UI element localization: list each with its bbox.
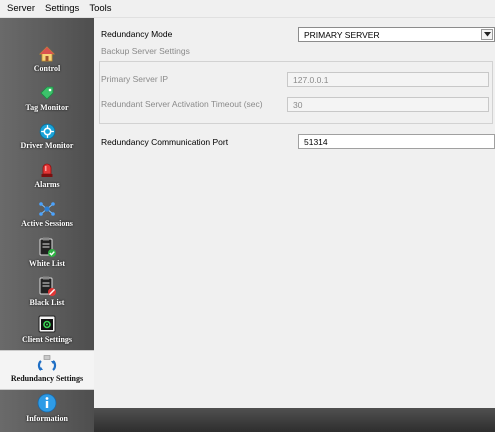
sidebar-item-client-settings[interactable]: Client Settings <box>0 314 94 350</box>
sidebar-item-control[interactable]: Control <box>0 45 94 81</box>
sidebar: Control Tag Monitor Driver Monitor Alarm… <box>0 18 94 432</box>
sidebar-item-label: White List <box>28 259 66 268</box>
sidebar-item-label: Client Settings <box>22 335 72 344</box>
redundancy-settings-panel: Redundancy Mode PRIMARY SERVER Backup Se… <box>94 18 495 408</box>
redundancy-mode-label: Redundancy Mode <box>101 29 173 39</box>
sidebar-item-label: Black List <box>29 298 65 307</box>
sidebar-item-active-sessions[interactable]: Active Sessions <box>0 200 94 236</box>
sidebar-item-alarms[interactable]: Alarms <box>0 161 94 197</box>
backup-server-settings-heading: Backup Server Settings <box>101 46 190 56</box>
sidebar-item-label: Active Sessions <box>21 219 73 228</box>
driver-icon <box>38 122 56 140</box>
communication-port-label: Redundancy Communication Port <box>101 137 229 147</box>
primary-server-ip-label: Primary Server IP <box>101 74 169 84</box>
activation-timeout-field[interactable]: 30 <box>287 97 489 112</box>
primary-server-ip-field[interactable]: 127.0.0.1 <box>287 72 489 87</box>
sidebar-item-white-list[interactable]: White List <box>0 236 94 274</box>
communication-port-field[interactable]: 51314 <box>298 134 495 149</box>
redundancy-mode-value: PRIMARY SERVER <box>304 30 380 40</box>
clipboard-check-icon <box>36 236 58 258</box>
sidebar-item-label: Alarms <box>34 180 60 189</box>
sidebar-item-redundancy-settings[interactable]: Redundancy Settings <box>0 350 94 390</box>
activation-timeout-value: 30 <box>293 100 303 110</box>
network-icon <box>38 200 56 218</box>
redundancy-mode-select[interactable]: PRIMARY SERVER <box>298 27 495 42</box>
sidebar-item-label: Information <box>26 414 68 423</box>
sidebar-item-label: Redundancy Settings <box>10 374 84 383</box>
menu-server[interactable]: Server <box>3 0 41 18</box>
alarm-light-icon <box>38 161 56 179</box>
redundancy-icon <box>36 355 58 373</box>
menu-bar: Server Settings Tools <box>0 0 495 18</box>
communication-port-value: 51314 <box>304 137 328 147</box>
primary-server-ip-value: 127.0.0.1 <box>293 75 329 85</box>
info-icon <box>37 393 57 413</box>
client-window-icon <box>37 314 57 334</box>
menu-settings[interactable]: Settings <box>41 0 85 18</box>
home-icon <box>38 45 56 63</box>
chevron-down-icon[interactable] <box>481 29 493 40</box>
activation-timeout-label: Redundant Server Activation Timeout (sec… <box>101 99 263 109</box>
backup-server-group <box>99 61 493 124</box>
sidebar-item-tag-monitor[interactable]: Tag Monitor <box>0 84 94 120</box>
sidebar-item-black-list[interactable]: Black List <box>0 275 94 313</box>
sidebar-item-label: Driver Monitor <box>20 141 74 150</box>
sidebar-item-driver-monitor[interactable]: Driver Monitor <box>0 122 94 158</box>
bottom-status-bar <box>94 408 495 432</box>
menu-tools[interactable]: Tools <box>85 0 117 18</box>
sidebar-item-label: Control <box>33 64 61 73</box>
sidebar-item-label: Tag Monitor <box>25 103 69 112</box>
tag-icon <box>38 84 56 102</box>
sidebar-item-information[interactable]: Information <box>0 393 94 429</box>
clipboard-block-icon <box>36 275 58 297</box>
